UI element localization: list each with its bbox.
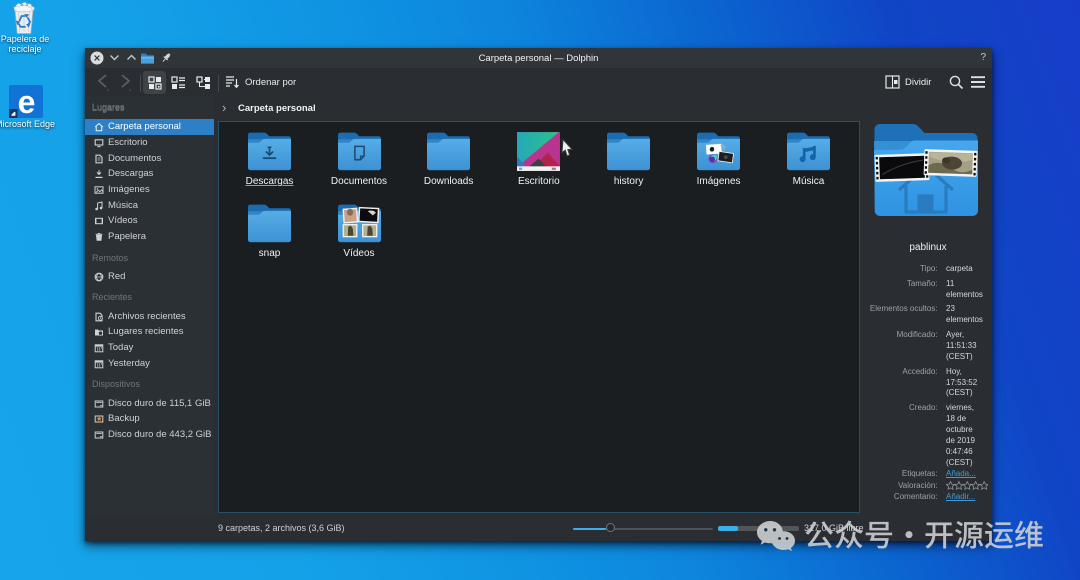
svg-text:e: e [18,85,36,118]
